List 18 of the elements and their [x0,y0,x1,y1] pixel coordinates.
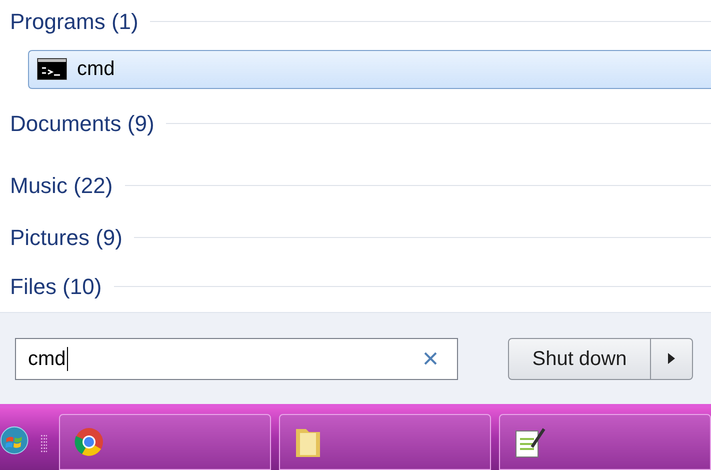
browser-icon [74,427,104,457]
caret-icon [668,353,675,364]
taskbar-button[interactable] [279,414,491,470]
clear-icon[interactable] [424,352,437,365]
search-text: cmd [28,346,68,370]
category-heading[interactable]: Documents (9) [10,106,154,140]
console-icon [37,58,67,80]
category-heading[interactable]: Programs (1) [10,4,138,38]
category-heading[interactable]: Files (10) [10,270,102,304]
search-field[interactable]: cmd [15,338,458,380]
taskbar-button[interactable] [499,414,711,470]
shut-down-options-button[interactable] [651,338,693,380]
shut-down-button[interactable]: Shut down [508,338,651,380]
notepad-icon [514,425,546,459]
result-item[interactable]: cmd [28,50,711,89]
taskbar-button[interactable] [59,414,271,470]
category-heading[interactable]: Pictures (9) [10,220,122,254]
category-heading[interactable]: Music (22) [10,168,113,202]
